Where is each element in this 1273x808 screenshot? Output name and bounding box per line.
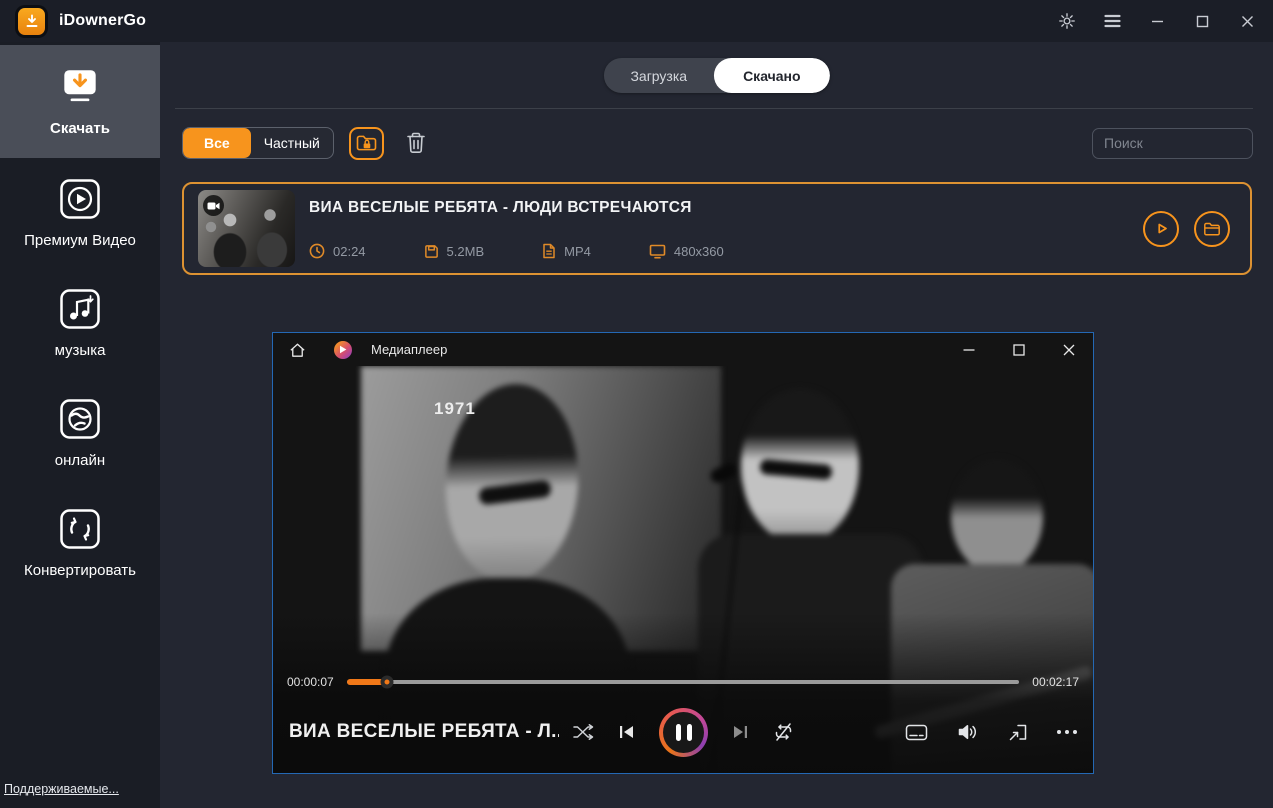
- download-icon: [57, 67, 103, 109]
- app-window: iDownerGo: [0, 0, 1273, 808]
- player-close-button[interactable]: [1060, 341, 1078, 359]
- filter-all-button[interactable]: Все: [183, 128, 251, 158]
- sidebar-item-label: Скачать: [50, 120, 110, 137]
- close-button[interactable]: [1237, 11, 1257, 31]
- sidebar-item-music[interactable]: музыка: [0, 268, 160, 378]
- player-logo-icon: [334, 341, 352, 359]
- format-value: MP4: [564, 244, 591, 259]
- duration-clock-icon: [309, 243, 325, 259]
- format-file-icon: [542, 243, 556, 259]
- sidebar-item-label: Премиум Видео: [24, 232, 136, 249]
- sidebar: Скачать Премиум Видео: [0, 42, 160, 808]
- play-item-button[interactable]: [1143, 211, 1179, 247]
- minimize-button[interactable]: [1147, 11, 1167, 31]
- supported-sites-link[interactable]: Поддерживаемые...: [4, 782, 119, 796]
- filter-toolbar: Все Частный: [182, 127, 1253, 159]
- miniplayer-icon[interactable]: [1008, 723, 1028, 742]
- video-metadata: 02:24 5.2MB: [309, 243, 1143, 259]
- view-tabs: Загрузка Скачано: [603, 58, 829, 93]
- player-titlebar: Медиаплеер: [273, 333, 1093, 366]
- total-time: 00:02:17: [1032, 675, 1079, 689]
- media-player-window: Медиаплеер: [272, 332, 1094, 774]
- header-divider: [175, 108, 1253, 109]
- premium-video-icon: [58, 177, 102, 221]
- delete-trash-button[interactable]: [401, 128, 431, 158]
- app-title: iDownerGo: [59, 12, 146, 30]
- shuffle-icon[interactable]: [572, 723, 594, 741]
- volume-icon[interactable]: [957, 723, 979, 741]
- sidebar-item-label: Конвертировать: [24, 562, 136, 579]
- tab-downloading[interactable]: Загрузка: [603, 58, 714, 93]
- video-thumbnail[interactable]: [198, 190, 295, 267]
- player-maximize-button[interactable]: [1010, 341, 1028, 359]
- tab-downloaded[interactable]: Скачано: [714, 58, 829, 93]
- convert-icon: [58, 507, 102, 551]
- video-camera-badge-icon: [203, 195, 224, 216]
- sidebar-item-label: онлайн: [55, 452, 105, 469]
- repeat-off-icon[interactable]: [773, 722, 794, 742]
- player-window-title: Медиаплеер: [371, 342, 447, 357]
- resolution-value: 480x360: [674, 244, 724, 259]
- filter-private-button[interactable]: Частный: [251, 128, 333, 158]
- sidebar-item-premium-video[interactable]: Премиум Видео: [0, 158, 160, 268]
- video-year-overlay: 1971: [434, 399, 476, 419]
- next-track-icon[interactable]: [731, 723, 750, 741]
- private-folder-lock-button[interactable]: [349, 127, 384, 160]
- sidebar-item-label: музыка: [55, 342, 106, 359]
- app-logo-icon: [18, 8, 45, 35]
- sidebar-item-download[interactable]: Скачать: [0, 45, 160, 158]
- menu-hamburger-icon[interactable]: [1102, 11, 1122, 31]
- filesize-disk-icon: [424, 244, 439, 259]
- settings-gear-icon[interactable]: [1057, 11, 1077, 31]
- subtitles-icon[interactable]: [905, 724, 928, 741]
- resolution-monitor-icon: [649, 244, 666, 259]
- now-playing-title: ВИА ВЕСЕЛЫЕ РЕБЯТА - Л...: [289, 721, 559, 743]
- player-controls: ВИА ВЕСЕЛЫЕ РЕБЯТА - Л...: [273, 703, 1093, 761]
- video-title: ВИА ВЕСЕЛЫЕ РЕБЯТА - ЛЮДИ ВСТРЕЧАЮТСЯ: [309, 199, 1143, 217]
- more-options-icon[interactable]: [1057, 730, 1077, 734]
- filesize-value: 5.2MB: [447, 244, 485, 259]
- player-progress-row: 00:00:07 00:02:17: [273, 669, 1093, 695]
- previous-track-icon[interactable]: [617, 723, 636, 741]
- open-folder-button[interactable]: [1194, 211, 1230, 247]
- search-input[interactable]: [1092, 128, 1253, 159]
- current-time: 00:00:07: [287, 675, 334, 689]
- app-titlebar: iDownerGo: [0, 0, 1273, 42]
- duration-value: 02:24: [333, 244, 366, 259]
- pause-button[interactable]: [659, 708, 708, 757]
- music-download-icon: [58, 287, 102, 331]
- downloaded-item-card[interactable]: ВИА ВЕСЕЛЫЕ РЕБЯТА - ЛЮДИ ВСТРЕЧАЮТСЯ 02…: [182, 182, 1252, 275]
- maximize-button[interactable]: [1192, 11, 1212, 31]
- sidebar-item-online[interactable]: онлайн: [0, 378, 160, 488]
- player-minimize-button[interactable]: [960, 341, 978, 359]
- sidebar-item-convert[interactable]: Конвертировать: [0, 488, 160, 598]
- visibility-segmented-control: Все Частный: [182, 127, 334, 159]
- progress-thumb[interactable]: [381, 676, 394, 689]
- home-icon[interactable]: [288, 341, 307, 359]
- globe-icon: [58, 397, 102, 441]
- seek-bar[interactable]: [347, 680, 1020, 684]
